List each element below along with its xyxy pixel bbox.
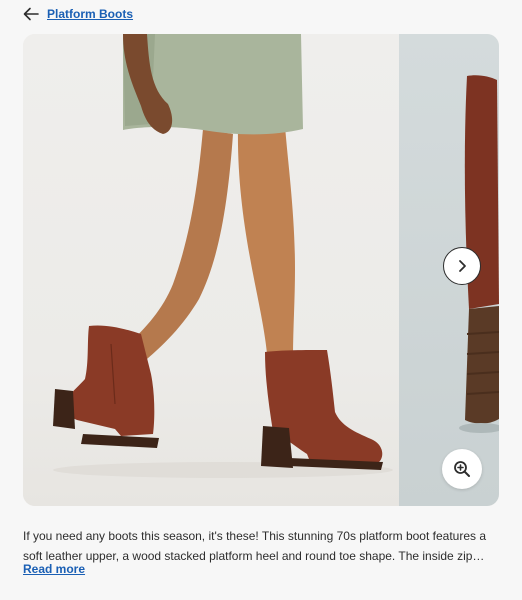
- breadcrumb: Platform Boots: [23, 4, 133, 24]
- read-more-link[interactable]: Read more: [23, 562, 85, 576]
- chevron-right-icon: [459, 260, 466, 272]
- product-photo: [53, 34, 393, 478]
- back-link[interactable]: Platform Boots: [47, 7, 133, 21]
- arrow-left-icon[interactable]: [23, 7, 39, 21]
- product-image-main: [23, 34, 399, 506]
- zoom-button[interactable]: [442, 449, 482, 489]
- zoom-in-icon: [454, 461, 470, 477]
- next-image-button[interactable]: [443, 247, 481, 285]
- product-description: If you need any boots this season, it's …: [23, 529, 487, 563]
- image-gallery[interactable]: [23, 34, 499, 506]
